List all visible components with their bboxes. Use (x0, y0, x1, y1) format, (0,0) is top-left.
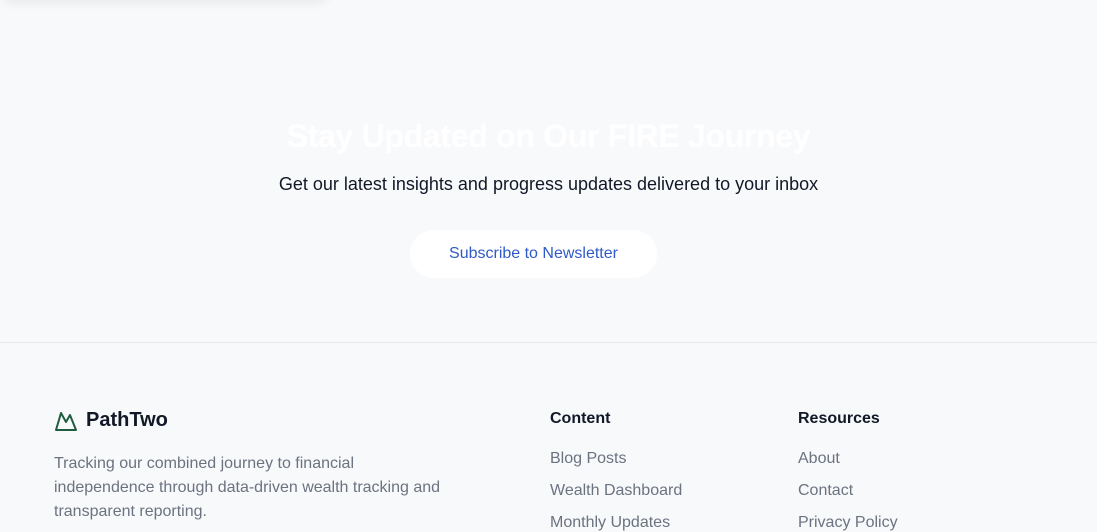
footer-column-content: Content Blog Posts Wealth Dashboard Mont… (550, 409, 682, 532)
newsletter-title: Stay Updated on Our FIRE Journey (286, 118, 811, 154)
footer-divider (0, 342, 1097, 343)
footer-column-resources: Resources About Contact Privacy Policy (798, 409, 898, 532)
footer-link-list: About Contact Privacy Policy (798, 449, 898, 532)
footer-column-heading: Resources (798, 410, 880, 427)
footer-link-privacy-policy[interactable]: Privacy Policy (798, 513, 898, 532)
footer-brand[interactable]: PathTwo (54, 409, 168, 432)
footer-link-wealth-dashboard[interactable]: Wealth Dashboard (550, 481, 682, 501)
footer-link-list: Blog Posts Wealth Dashboard Monthly Upda… (550, 449, 682, 532)
newsletter-subtitle: Get our latest insights and progress upd… (278, 174, 819, 194)
page: Stay Updated on Our FIRE Journey Get our… (0, 0, 1097, 532)
subscribe-button[interactable]: Subscribe to Newsletter (410, 230, 657, 278)
footer-description: Tracking our combined journey to financi… (54, 455, 441, 520)
footer-link-monthly-updates[interactable]: Monthly Updates (550, 513, 682, 532)
newsletter-section: Stay Updated on Our FIRE Journey Get our… (0, 0, 1097, 342)
footer-column-heading: Content (550, 410, 611, 427)
brand-name: PathTwo (86, 409, 168, 431)
footer-link-about[interactable]: About (798, 449, 898, 469)
mountain-icon (55, 411, 77, 431)
footer-link-blog-posts[interactable]: Blog Posts (550, 449, 682, 469)
footer-link-contact[interactable]: Contact (798, 481, 898, 501)
